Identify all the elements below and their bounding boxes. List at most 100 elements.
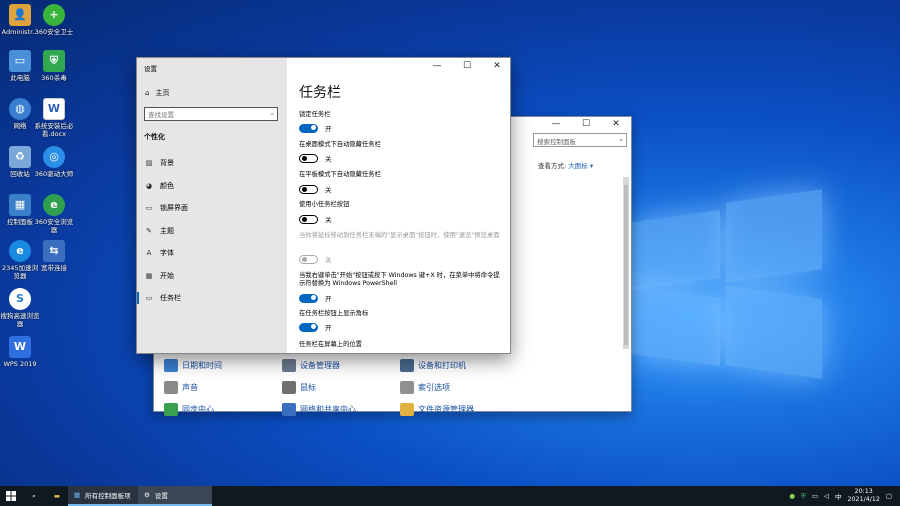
taskbar-icon: ▭ xyxy=(145,294,153,302)
cp-item-device-manager[interactable]: 设备管理器 xyxy=(282,359,340,372)
scrollbar-thumb[interactable] xyxy=(624,185,628,345)
desktop-icon-360-antivirus[interactable]: ⛨ 360杀毒 xyxy=(34,50,74,82)
powershell-toggle[interactable]: 开 xyxy=(299,293,332,303)
cp-item-indexing[interactable]: 索引选项 xyxy=(400,381,450,394)
user-folder-icon: 👤 xyxy=(9,4,31,26)
system-tray: ● ⛨ ▭ ◁ 中 20:13 2021/4/12 ▢ xyxy=(789,486,900,506)
window-controls: — ☐ ✕ xyxy=(422,58,510,73)
computer-icon: ▭ xyxy=(9,50,31,72)
cp-item-devices-printers[interactable]: 设备和打印机 xyxy=(400,359,466,372)
search-button[interactable]: ⌕ xyxy=(22,486,46,506)
minimize-button[interactable]: — xyxy=(422,58,452,73)
cp-item-mouse[interactable]: 鼠标 xyxy=(282,381,316,394)
wps-icon: W xyxy=(9,336,31,358)
broadband-connection-icon: ⇆ xyxy=(43,240,65,262)
desktop-icon-360-security[interactable]: + 360安全卫士 xyxy=(34,4,74,36)
ime-icon[interactable]: 中 xyxy=(835,491,842,501)
volume-icon[interactable]: ◁ xyxy=(824,492,829,500)
nav-item-colors[interactable]: ◕ 颜色 xyxy=(137,178,287,194)
location-dropdown-edge[interactable] xyxy=(299,353,459,354)
settings-main: — ☐ ✕ 任务栏 锁定任务栏 开 在桌面模式下自动隐藏任务栏 关 在平板模式下… xyxy=(287,58,510,354)
mouse-icon xyxy=(282,381,296,394)
settings-window[interactable]: 设置 ⌂ 主页 查找设置 ⌕ 个性化 ▨ 背景 ◕ 颜色 ▭ 锁屏界面 ✎ 主题… xyxy=(136,57,511,354)
toggle-switch[interactable] xyxy=(299,322,318,332)
badges-toggle[interactable]: 开 xyxy=(299,322,332,332)
clock[interactable]: 20:13 2021/4/12 xyxy=(848,488,880,504)
close-button[interactable]: ✕ xyxy=(482,58,510,73)
driver-master-icon: ◎ xyxy=(43,146,65,168)
home-icon: ⌂ xyxy=(145,89,150,97)
browser-e-icon: e xyxy=(9,240,31,262)
nav-item-background[interactable]: ▨ 背景 xyxy=(137,155,287,171)
sync-icon xyxy=(164,403,178,416)
small-buttons-toggle[interactable]: 关 xyxy=(299,214,332,224)
cp-item-sync-center[interactable]: 同步中心 xyxy=(164,403,214,416)
desktop-icon-sogou-browser[interactable]: S 搜狗高速浏览器 xyxy=(0,288,40,328)
search-icon: ⌕ xyxy=(619,136,623,144)
desktop-icon-docx[interactable]: W 系统安装后必看.docx xyxy=(34,98,74,138)
lock-taskbar-toggle[interactable]: 开 xyxy=(299,123,332,133)
nav-item-fonts[interactable]: A 字体 xyxy=(137,245,287,261)
search-icon: ⌕ xyxy=(270,109,274,118)
image-icon: ▨ xyxy=(145,159,153,167)
control-panel-search-input[interactable]: 搜索控制面板 ⌕ xyxy=(533,133,627,147)
wallpaper-windows-logo xyxy=(632,189,832,386)
360-security-icon: + xyxy=(43,4,65,26)
taskbar-app-control-panel[interactable]: ▦ 所有控制面板项 xyxy=(68,486,138,506)
toggle-switch[interactable] xyxy=(299,184,318,194)
settings-search-input[interactable]: 查找设置 ⌕ xyxy=(144,107,278,121)
window-title: 设置 xyxy=(144,65,157,73)
cp-item-file-explorer[interactable]: 文件资源管理器 xyxy=(400,403,474,416)
toggle-switch[interactable] xyxy=(299,214,318,224)
settings-sidebar: 设置 ⌂ 主页 查找设置 ⌕ 个性化 ▨ 背景 ◕ 颜色 ▭ 锁屏界面 ✎ 主题… xyxy=(137,58,287,353)
autohide-desktop-toggle[interactable]: 关 xyxy=(299,153,332,163)
word-document-icon: W xyxy=(43,98,65,120)
desktop-icon-360-driver[interactable]: ◎ 360驱动大师 xyxy=(34,146,74,178)
home-link[interactable]: ⌂ 主页 xyxy=(145,88,169,98)
desktop-icon-wps[interactable]: W WPS 2019 xyxy=(0,336,40,368)
category-heading: 个性化 xyxy=(144,133,165,141)
page-title: 任务栏 xyxy=(299,85,341,101)
toggle-switch[interactable] xyxy=(299,153,318,163)
windows-logo-icon xyxy=(6,491,16,501)
360-tray-icon[interactable]: ● xyxy=(789,492,795,500)
network-tray-icon[interactable]: ▭ xyxy=(812,492,818,500)
shield-tray-icon[interactable]: ⛨ xyxy=(801,492,806,501)
start-icon: ▦ xyxy=(145,272,153,280)
nav-item-taskbar[interactable]: ▭ 任务栏 xyxy=(137,290,287,306)
control-panel-items: 日期和时间 设备管理器 设备和打印机 声音 鼠标 索引选项 同步中心 网络和共享… xyxy=(154,353,624,416)
toggle-switch[interactable] xyxy=(299,123,318,133)
cp-item-date-time[interactable]: 日期和时间 xyxy=(164,359,222,372)
nav-item-themes[interactable]: ✎ 主题 xyxy=(137,223,287,239)
control-panel-icon: ▦ xyxy=(9,194,31,216)
file-explorer-icon: ▬ xyxy=(53,492,61,500)
start-button[interactable] xyxy=(0,486,22,506)
network-icon xyxy=(282,403,296,416)
palette-icon: ◕ xyxy=(145,182,153,190)
autohide-tablet-toggle[interactable]: 关 xyxy=(299,184,332,194)
task-view-button[interactable]: ▬ xyxy=(46,486,68,506)
cp-item-network-sharing[interactable]: 网络和共享中心 xyxy=(282,403,356,416)
location-label: 任务栏在屏幕上的位置 xyxy=(299,341,362,348)
maximize-button[interactable]: ☐ xyxy=(571,117,601,131)
speaker-icon xyxy=(164,381,178,394)
minimize-button[interactable]: — xyxy=(541,117,571,131)
desktop-icon-broadband[interactable]: ⇆ 宽带连接 xyxy=(34,240,74,272)
lock-taskbar-label: 锁定任务栏 xyxy=(299,111,331,118)
browser-e-icon: e xyxy=(43,194,65,216)
small-buttons-label: 使用小任务栏按钮 xyxy=(299,201,350,208)
clock-icon xyxy=(164,359,178,372)
close-button[interactable]: ✕ xyxy=(601,117,631,131)
desktop-icon-360-browser[interactable]: e 360安全浏览器 xyxy=(34,194,74,234)
notification-icon[interactable]: ▢ xyxy=(886,492,892,500)
autohide-tablet-label: 在平板模式下自动隐藏任务栏 xyxy=(299,171,381,178)
cp-item-sound[interactable]: 声音 xyxy=(164,381,198,394)
nav-item-lockscreen[interactable]: ▭ 锁屏界面 xyxy=(137,200,287,216)
sogou-browser-icon: S xyxy=(9,288,31,310)
taskbar-app-settings[interactable]: ⚙ 设置 xyxy=(138,486,212,506)
powershell-label: 当我右键单击"开始"按钮或按下 Windows 键+X 时，在菜单中将命令提示符… xyxy=(299,272,500,287)
maximize-button[interactable]: ☐ xyxy=(452,58,482,73)
view-by-selector[interactable]: 查看方式: 大图标 ▾ xyxy=(538,160,593,170)
nav-item-start[interactable]: ▦ 开始 xyxy=(137,268,287,284)
toggle-switch[interactable] xyxy=(299,293,318,303)
